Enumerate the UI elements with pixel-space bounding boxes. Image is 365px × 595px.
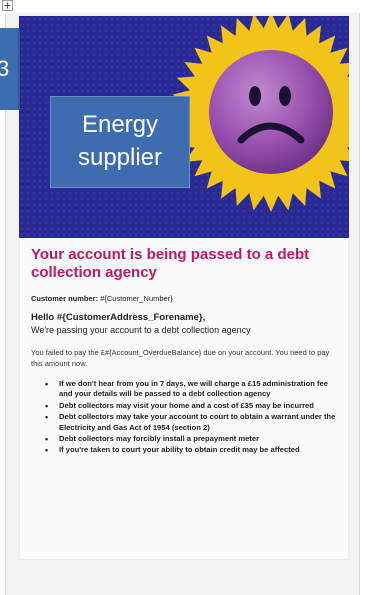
- intro-text: We're passing your account to a debt col…: [31, 325, 251, 335]
- customer-number-value: #{Customer_Number}: [100, 294, 173, 303]
- consequence-list: If we don't hear from you in 7 days, we …: [31, 379, 341, 456]
- list-item: If you're taken to court your ability to…: [45, 445, 341, 456]
- list-item: If we don't hear from you in 7 days, we …: [45, 379, 341, 400]
- callout-line-1: Energy: [81, 111, 159, 138]
- overdue-notice: You failed to pay the £#{Account_Overdue…: [31, 348, 330, 368]
- slide-number-badge: 3: [0, 28, 20, 110]
- greeting: Hello #{CustomerAddress_Forename},: [31, 312, 206, 323]
- email-headline: Your account is being passed to a debt c…: [31, 246, 310, 281]
- callout-box: Energy supplier: [50, 96, 190, 188]
- customer-number-label: Customer number:: [31, 294, 99, 303]
- list-item: Debt collectors may forcibly install a p…: [45, 434, 341, 445]
- slide-number: 3: [0, 56, 9, 81]
- customer-number-line: Customer number: #{Customer_Number}: [31, 294, 341, 303]
- callout-line-2: supplier: [77, 144, 163, 171]
- email-body: Your account is being passed to a debt c…: [31, 246, 341, 457]
- list-item: Debt collectors may take your account to…: [45, 412, 341, 433]
- expand-icon[interactable]: [2, 0, 13, 11]
- list-item: Debt collectors may visit your home and …: [45, 401, 341, 412]
